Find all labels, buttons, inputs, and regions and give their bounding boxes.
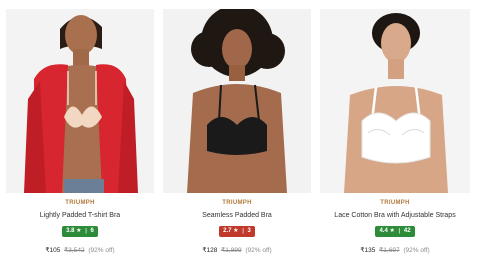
price-row: ₹105 ₹3,542 (92% off)	[6, 246, 154, 254]
product-grid: TRIUMPH Lightly Padded T-shirt Bra 3.8 ★…	[0, 0, 500, 263]
price: ₹128	[202, 247, 218, 254]
product-image[interactable]	[6, 9, 154, 193]
rating-badge: 3.8 ★ | 6	[62, 226, 98, 237]
rating-value: 3.8	[66, 228, 75, 234]
product-photo-illustration	[163, 9, 311, 193]
rating-count: 6	[90, 228, 94, 234]
product-image[interactable]	[320, 9, 470, 193]
product-title[interactable]: Seamless Padded Bra	[163, 212, 311, 219]
product-photo-illustration	[320, 9, 470, 193]
price: ₹135	[360, 247, 376, 254]
product-title[interactable]: Lightly Padded T-shirt Bra	[6, 212, 154, 219]
product-card-1[interactable]: TRIUMPH Lightly Padded T-shirt Bra 3.8 ★…	[6, 9, 154, 263]
product-brand: TRIUMPH	[380, 200, 410, 206]
product-card-3[interactable]: TRIUMPH Lace Cotton Bra with Adjustable …	[320, 9, 470, 263]
product-brand: TRIUMPH	[222, 200, 252, 206]
star-icon: ★	[233, 228, 239, 234]
discount-percent: (92% off)	[88, 247, 115, 254]
rating-value: 2.7	[223, 228, 232, 234]
product-image[interactable]	[163, 9, 311, 193]
rating-badge: 2.7 ★ | 3	[219, 226, 255, 237]
original-price: ₹1,899	[221, 247, 242, 254]
star-icon: ★	[76, 228, 82, 234]
product-photo-illustration	[6, 9, 154, 193]
discount-percent: (92% off)	[245, 247, 272, 254]
price-row: ₹128 ₹1,899 (92% off)	[163, 246, 311, 254]
rating-value: 4.4	[379, 228, 388, 234]
rating-count: 3	[247, 228, 251, 234]
original-price: ₹1,697	[379, 247, 400, 254]
discount-percent: (92% off)	[403, 247, 430, 254]
rating-badge: 4.4 ★ | 42	[375, 226, 415, 237]
product-card-2[interactable]: TRIUMPH Seamless Padded Bra 2.7 ★ | 3 ₹1…	[163, 9, 311, 263]
star-icon: ★	[389, 228, 395, 234]
rating-count: 42	[403, 228, 411, 234]
product-brand: TRIUMPH	[65, 200, 95, 206]
product-title[interactable]: Lace Cotton Bra with Adjustable Straps	[320, 212, 470, 219]
original-price: ₹3,542	[64, 247, 85, 254]
price-row: ₹135 ₹1,697 (92% off)	[320, 246, 470, 254]
price: ₹105	[45, 247, 61, 254]
